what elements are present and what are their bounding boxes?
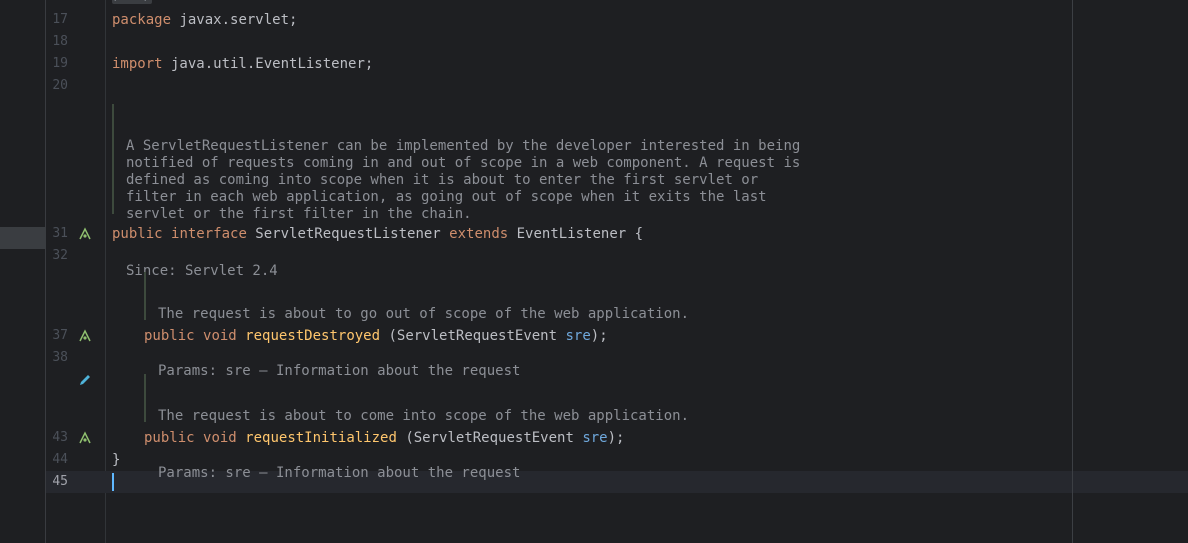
tool-window-strip <box>0 0 46 543</box>
method-javadoc-initialized[interactable]: The request is about to come into scope … <box>144 374 690 481</box>
keyword: public <box>144 328 195 344</box>
method-javadoc-text: The request is about to go out of scope … <box>158 306 690 322</box>
implement-method-icon[interactable] <box>78 431 92 445</box>
parameter-name: sre <box>582 430 608 446</box>
method-javadoc-params: Params: sre – Information about the requ… <box>158 465 521 481</box>
method-args: (ServletRequestEvent <box>380 328 566 344</box>
keyword: public <box>112 226 163 242</box>
class-javadoc-text: A ServletRequestListener can be implemen… <box>126 138 801 222</box>
parent-interface: EventListener { <box>508 226 644 242</box>
method-javadoc-text: The request is about to come into scope … <box>158 408 690 424</box>
line-number: 19 <box>52 56 68 71</box>
line-number: 38 <box>52 350 68 365</box>
closing-brace: } <box>112 452 121 468</box>
implement-method-icon[interactable] <box>78 227 92 241</box>
keyword: package <box>112 12 172 28</box>
implement-method-icon[interactable] <box>78 329 92 343</box>
line-number-current: 45 <box>52 474 68 489</box>
right-margin-guide <box>1072 0 1073 543</box>
edit-pencil-icon[interactable] <box>78 373 92 387</box>
line-number: 43 <box>52 430 68 445</box>
code-line-request-initialized[interactable]: public void requestInitialized (ServletR… <box>144 427 624 449</box>
current-scope-marker <box>0 227 46 249</box>
package-name: javax.servlet; <box>171 12 298 28</box>
code-line-closing-brace[interactable]: } <box>112 449 120 471</box>
line-number: 32 <box>52 248 68 263</box>
text-caret <box>112 473 114 491</box>
code-line-package[interactable]: package javax.servlet; <box>112 9 297 31</box>
parameter-name: sre <box>565 328 591 344</box>
keyword: void <box>203 328 237 344</box>
method-args-close: ); <box>607 430 625 446</box>
code-line-interface-declaration[interactable]: public interface ServletRequestListener … <box>112 223 643 245</box>
method-name: requestInitialized <box>245 430 397 446</box>
keyword: public <box>144 430 195 446</box>
code-line-import[interactable]: import java.util.EventListener; <box>112 53 373 75</box>
line-number: 18 <box>52 34 68 49</box>
line-number: 37 <box>52 328 68 343</box>
line-number: 31 <box>52 226 68 241</box>
folded-header-comment[interactable]: /...*/ <box>112 0 152 4</box>
keyword: import <box>112 56 163 72</box>
code-line-request-destroyed[interactable]: public void requestDestroyed (ServletReq… <box>144 325 608 347</box>
method-args-close: ); <box>590 328 608 344</box>
line-number: 17 <box>52 12 68 27</box>
line-number: 44 <box>52 452 68 467</box>
keyword: interface <box>171 226 247 242</box>
line-number: 20 <box>52 78 68 93</box>
keyword: extends <box>449 226 509 242</box>
interface-name: ServletRequestListener <box>246 226 450 242</box>
method-name: requestDestroyed <box>245 328 381 344</box>
class-javadoc[interactable]: A ServletRequestListener can be implemen… <box>112 104 800 279</box>
method-args: (ServletRequestEvent <box>396 430 583 446</box>
import-name: java.util.EventListener; <box>162 56 374 72</box>
method-javadoc-destroyed[interactable]: The request is about to go out of scope … <box>144 272 690 379</box>
keyword: void <box>203 430 237 446</box>
gutter-separator <box>105 0 106 543</box>
